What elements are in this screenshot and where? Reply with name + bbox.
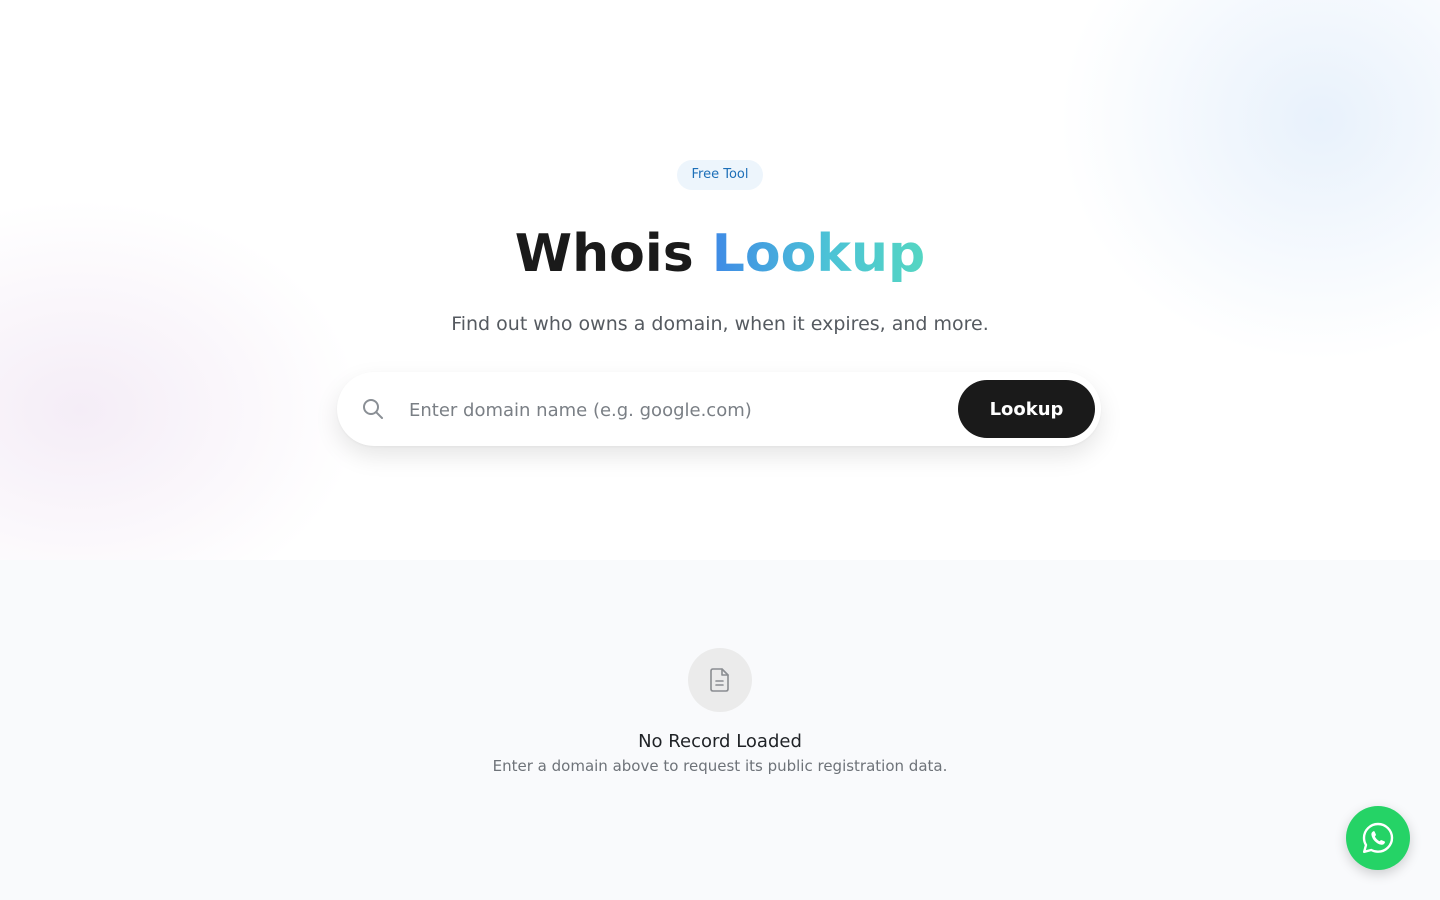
search-icon: [361, 397, 385, 421]
page: Free Tool Whois Lookup Find out who owns…: [0, 0, 1440, 900]
page-title: Whois Lookup: [0, 218, 1440, 290]
results-section: No Record Loaded Enter a domain above to…: [0, 560, 1440, 900]
page-title-plain: Whois: [514, 224, 694, 284]
hero-section: Free Tool Whois Lookup Find out who owns…: [0, 0, 1440, 560]
free-tool-badge: Free Tool: [677, 160, 763, 190]
page-subtitle: Find out who owns a domain, when it expi…: [451, 313, 989, 335]
document-icon: [688, 648, 752, 712]
domain-search-form: Lookup: [337, 372, 1101, 446]
domain-search-input[interactable]: [407, 389, 951, 431]
empty-state-description: Enter a domain above to request its publ…: [492, 757, 948, 775]
whatsapp-icon: [1362, 822, 1394, 853]
page-title-accent: Lookup: [711, 224, 926, 284]
background-glow-right: [1060, 0, 1440, 360]
whatsapp-chat-button[interactable]: [1346, 806, 1410, 870]
empty-state-title: No Record Loaded: [638, 731, 802, 752]
lookup-button[interactable]: Lookup: [958, 380, 1095, 438]
